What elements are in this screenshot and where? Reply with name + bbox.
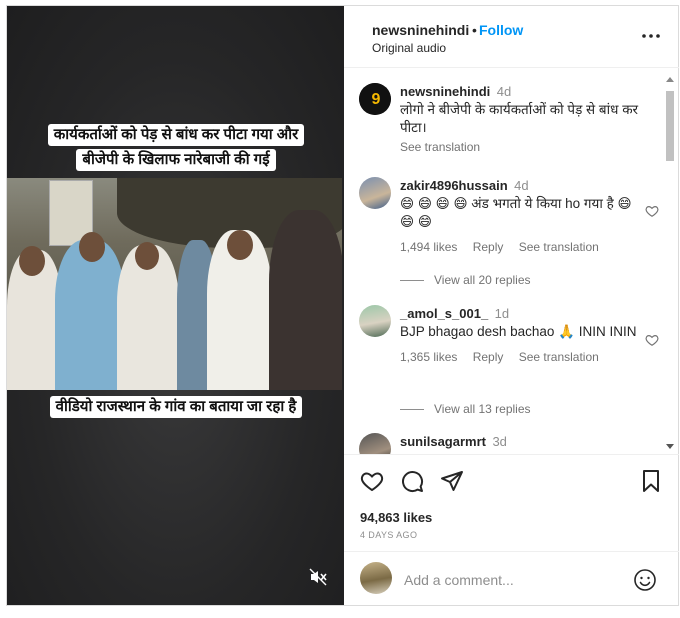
instagram-post: कार्यकर्ताओं को पेड़ से बांध कर पीटा गया… <box>6 5 679 606</box>
comment-item: zakir4896hussain 4d 😄 😄 😄 😄 अंड भगतो ये … <box>359 177 659 265</box>
comment-username[interactable]: zakir4896hussain <box>400 178 508 193</box>
caption-comment: 9 newsninehindi 4d लोगो ने बीजेपी के कार… <box>359 83 659 154</box>
heart-icon[interactable] <box>645 204 659 218</box>
reply-button[interactable]: Reply <box>473 240 504 254</box>
scroll-up-arrow-icon[interactable] <box>666 77 674 82</box>
follow-button[interactable]: Follow <box>479 22 523 38</box>
comment-time: 4d <box>514 178 529 193</box>
post-age: 4 DAYS AGO <box>360 530 418 540</box>
reply-button[interactable]: Reply <box>473 350 504 364</box>
comment-time: 4d <box>496 84 512 99</box>
view-replies-button[interactable]: View all 20 replies <box>400 273 531 287</box>
speaker-muted-icon[interactable] <box>308 567 328 587</box>
comment-text: BJP bhagao desh bachao 🙏 ININ ININ <box>400 324 637 339</box>
post-header: newsninehindi • Follow Original audio <box>344 6 679 68</box>
bookmark-icon[interactable] <box>639 469 663 493</box>
scroll-down-arrow-icon[interactable] <box>666 444 674 449</box>
svg-text:9: 9 <box>372 91 381 108</box>
comment-item: _amol_s_001_ 1d BJP bhagao desh bachao 🙏… <box>359 305 659 393</box>
video-frame <box>7 178 342 390</box>
heart-icon[interactable] <box>360 469 384 493</box>
author-username[interactable]: newsninehindi <box>372 22 469 38</box>
comments-list[interactable]: 9 newsninehindi 4d लोगो ने बीजेपी के कार… <box>344 69 679 454</box>
ellipsis-icon[interactable] <box>641 26 661 46</box>
likes-count[interactable]: 94,863 likes <box>360 510 432 525</box>
post-actions: 94,863 likes 4 DAYS AGO <box>344 454 679 550</box>
view-replies-button[interactable]: View all 13 replies <box>400 402 531 416</box>
caption-bottom-line: वीडियो राजस्थान के गांव का बताया जा रहा … <box>49 396 303 418</box>
add-comment-input[interactable]: Add a comment... <box>404 572 514 588</box>
avatar[interactable] <box>359 177 391 209</box>
video-player[interactable]: कार्यकर्ताओं को पेड़ से बांध कर पीटा गया… <box>7 6 344 605</box>
add-comment-bar: Add a comment... <box>344 551 679 605</box>
comment-username[interactable]: sunilsagarmrt <box>400 434 486 449</box>
news9-logo-icon: 9 <box>359 83 391 115</box>
heart-icon[interactable] <box>645 333 659 347</box>
see-translation-link[interactable]: See translation <box>519 350 599 364</box>
audio-label[interactable]: Original audio <box>372 41 446 55</box>
share-icon[interactable] <box>440 469 464 493</box>
post-sidebar: newsninehindi • Follow Original audio 9 <box>344 6 679 605</box>
comment-likes[interactable]: 1,365 likes <box>400 350 457 364</box>
see-translation-link[interactable]: See translation <box>519 240 599 254</box>
comment-likes[interactable]: 1,494 likes <box>400 240 457 254</box>
comment-username[interactable]: newsninehindi <box>400 84 490 99</box>
avatar[interactable] <box>359 305 391 337</box>
scroll-thumb[interactable] <box>666 91 674 161</box>
comment-text: लोगो ने बीजेपी के कार्यकर्ताओं को पेड़ स… <box>400 102 639 135</box>
emoji-icon[interactable] <box>633 568 657 592</box>
comment-username[interactable]: _amol_s_001_ <box>400 306 488 321</box>
current-user-avatar <box>360 562 392 594</box>
caption-top-line-1: कार्यकर्ताओं को पेड़ से बांध कर पीटा गया… <box>47 124 305 146</box>
separator-dot: • <box>472 22 477 38</box>
comment-time: 3d <box>492 434 507 449</box>
video-caption-bottom: वीडियो राजस्थान के गांव का बताया जा रहा … <box>45 396 307 421</box>
comment-time: 1d <box>494 306 510 321</box>
comment-icon[interactable] <box>400 469 424 493</box>
comment-text: 😄 😄 😄 😄 अंड भगतो ये किया ho गया है 😄 😄 😄 <box>400 196 632 229</box>
see-translation-link[interactable]: See translation <box>400 140 480 154</box>
caption-top-line-2: बीजेपी के खिलाफ नारेबाजी की गई <box>76 149 276 171</box>
comment-item: sunilsagarmrt 3d <box>359 433 659 454</box>
video-caption-top: कार्यकर्ताओं को पेड़ से बांध कर पीटा गया… <box>45 124 307 174</box>
avatar[interactable]: 9 <box>359 83 391 115</box>
comments-scrollbar[interactable] <box>665 77 675 449</box>
avatar[interactable] <box>359 433 391 454</box>
